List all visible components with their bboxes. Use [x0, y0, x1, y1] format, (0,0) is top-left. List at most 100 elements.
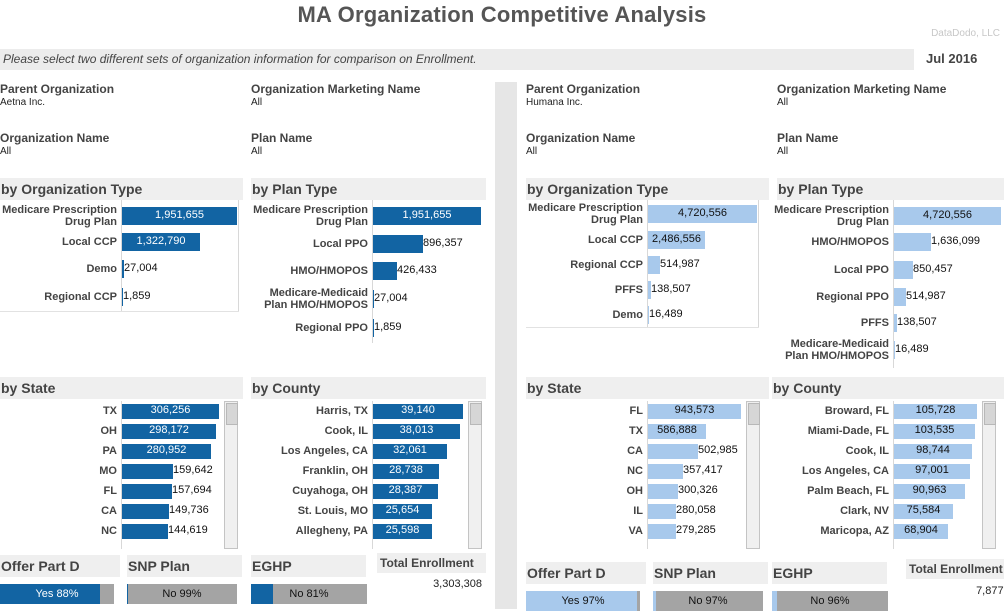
- left-org-name-filter-value[interactable]: All: [0, 146, 109, 157]
- left-offer_part_d-bar[interactable]: Yes 88%: [0, 584, 114, 604]
- left-by_state-value: 306,256: [150, 404, 191, 416]
- left-org-marketing-filter-label: Organization Marketing Name: [251, 82, 421, 96]
- right-org-marketing-filter-value[interactable]: All: [777, 97, 946, 108]
- left-offer_part_d-label: Yes 88%: [35, 588, 79, 600]
- right-org-name-filter-label: Organization Name: [526, 131, 636, 145]
- left-by_state-value: 298,172: [149, 424, 189, 436]
- left-by_org_type-label: Local CCP: [61, 236, 117, 248]
- left-by_org_type-frame-bottom: [0, 311, 239, 312]
- right-offer_part_d-bar[interactable]: Yes 97%: [526, 591, 640, 611]
- left-plan-name-filter[interactable]: Plan Name All: [251, 131, 312, 157]
- right-by_state-bar[interactable]: [648, 523, 676, 539]
- left-by_state-scroll-thumb[interactable]: [226, 403, 238, 425]
- left-by_state-label: FL: [103, 485, 117, 497]
- left-by_org_type-label: Demo: [86, 263, 117, 275]
- left-by_plan_type-value: 1,859: [374, 321, 402, 333]
- left-eghp-bar[interactable]: No 81%: [251, 584, 367, 604]
- left-plan-name-filter-value[interactable]: All: [251, 146, 312, 157]
- right-eghp-bar[interactable]: No 96%: [772, 591, 888, 611]
- right-by_state-value: 357,417: [683, 464, 723, 476]
- right-by_org_type-label: Regional CCP: [570, 259, 643, 271]
- left-plan-type-title: by Plan Type: [251, 178, 486, 200]
- right-by_county-value: 105,728: [915, 404, 956, 416]
- right-by_org_type-bar[interactable]: [648, 256, 660, 274]
- right-by_state-label: TX: [628, 425, 643, 437]
- left-by_state-label: TX: [102, 405, 117, 417]
- right-by_org_type-value: 4,720,556: [678, 207, 727, 219]
- right-by_county-label: Palm Beach, FL: [807, 485, 889, 497]
- left-org-marketing-filter-value[interactable]: All: [251, 97, 420, 108]
- right-by_plan_type-value: 16,489: [895, 343, 929, 355]
- left-by_plan_type-value: 896,357: [423, 237, 463, 249]
- left-by_plan_type-label: Medicare-Medicaid Plan HMO/HMOPOS: [264, 287, 368, 311]
- left-by_plan_type-bar[interactable]: [373, 235, 423, 253]
- right-org-name-filter[interactable]: Organization Name All: [526, 131, 635, 157]
- left-by_county-scroll-thumb[interactable]: [470, 403, 482, 425]
- left-org-marketing-filter[interactable]: Organization Marketing Name All: [251, 82, 420, 108]
- right-by_plan_type-label: Medicare Prescription Drug Plan: [774, 204, 889, 228]
- right-plan-name-filter-value[interactable]: All: [777, 146, 838, 157]
- right-by_plan_type-value: 514,987: [906, 290, 946, 302]
- right-by_state-bar[interactable]: [648, 463, 683, 479]
- left-by_state-bar[interactable]: [122, 503, 169, 519]
- right-by_county-value: 90,963: [912, 484, 947, 496]
- right-by_plan_type-label: Local PPO: [833, 264, 889, 276]
- right-by_county-label: Maricopa, AZ: [820, 525, 889, 537]
- right-by_plan_type-value: 850,457: [913, 263, 953, 275]
- left-by_plan_type-bar[interactable]: [373, 262, 397, 280]
- left-by_state-label: CA: [101, 505, 117, 517]
- left-by_state-value: 149,736: [169, 504, 209, 516]
- right-by_state-label: OH: [626, 485, 644, 497]
- right-by_state-bar[interactable]: [648, 483, 678, 499]
- right-state-title: by State: [526, 377, 769, 399]
- right-by_plan_type-label: PFFS: [860, 317, 889, 329]
- right-parent-org-filter[interactable]: Parent Organization Humana Inc.: [526, 82, 640, 108]
- right-by_org_type-value: 138,507: [651, 283, 691, 295]
- right-plan-name-filter[interactable]: Plan Name All: [777, 131, 838, 157]
- right-by_county-scrollbar[interactable]: [982, 401, 996, 549]
- right-by_plan_type-bar[interactable]: [894, 233, 931, 251]
- left-by_org_type-value: 1,951,655: [155, 209, 204, 221]
- right-by_county-label: Broward, FL: [824, 405, 889, 417]
- right-by_county-label: Los Angeles, CA: [802, 465, 889, 477]
- left-by_county-scrollbar[interactable]: [468, 401, 482, 549]
- left-by_org_type-chart: Medicare Prescription Drug Plan 1,951,655…: [0, 200, 256, 312]
- right-parent-org-filter-value[interactable]: Humana Inc.: [526, 97, 640, 108]
- left-org-name-filter[interactable]: Organization Name All: [0, 131, 109, 157]
- right-by_plan_type-bar[interactable]: [894, 288, 906, 306]
- left-by_state-bar[interactable]: [122, 523, 168, 539]
- right-snp_plan-title: SNP Plan: [653, 562, 768, 584]
- right-by_state-scrollbar[interactable]: [746, 401, 760, 549]
- right-by_state-scroll-thumb[interactable]: [748, 403, 760, 425]
- left-by_county-label: Los Angeles, CA: [281, 445, 368, 457]
- right-org-name-filter-value[interactable]: All: [526, 146, 635, 157]
- left-by_state-bar[interactable]: [122, 483, 172, 499]
- right-by_org_type-value: 2,486,556: [652, 233, 701, 245]
- left-eghp-label: No 81%: [289, 588, 329, 600]
- right-snp_plan-bar[interactable]: No 97%: [653, 591, 763, 611]
- right-by_state-value: 502,985: [698, 444, 738, 456]
- left-eghp-title: EGHP: [251, 555, 366, 577]
- right-by_state-bar[interactable]: [648, 443, 698, 459]
- left-total-enrollment-label: Total Enrollment: [377, 553, 486, 573]
- right-by_county-scroll-thumb[interactable]: [984, 403, 996, 425]
- left-parent-org-filter-value[interactable]: Aetna Inc.: [0, 97, 114, 108]
- left-snp_plan-bar[interactable]: No 99%: [127, 584, 237, 604]
- right-by_org_type-label: Medicare Prescription Drug Plan: [528, 202, 643, 226]
- right-by_county-value: 75,584: [906, 504, 941, 516]
- left-by_state-label: OH: [100, 425, 118, 437]
- right-by_plan_type-bar[interactable]: [894, 261, 913, 279]
- right-by_state-chart: FL 943,573 TX 586,888 CA 502,985 NC 357,417 OH 30…: [526, 401, 760, 549]
- right-by_org_type-value: 514,987: [660, 258, 700, 270]
- left-by_state-scrollbar[interactable]: [224, 401, 238, 549]
- right-by_org_type-chart: Medicare Prescription Drug Plan 4,720,556…: [526, 200, 776, 328]
- right-by_county-value: 97,001: [915, 464, 949, 476]
- instruction-bar: Please select two different sets of orga…: [0, 49, 914, 70]
- right-by_county-value: 68,904: [904, 524, 938, 536]
- left-parent-org-filter[interactable]: Parent Organization Aetna Inc.: [0, 82, 114, 108]
- panel-divider: [495, 82, 517, 609]
- right-by_state-bar[interactable]: [648, 503, 676, 519]
- right-org-marketing-filter[interactable]: Organization Marketing Name All: [777, 82, 946, 108]
- left-by_state-bar[interactable]: [122, 463, 173, 479]
- left-plan-name-filter-label: Plan Name: [251, 131, 313, 145]
